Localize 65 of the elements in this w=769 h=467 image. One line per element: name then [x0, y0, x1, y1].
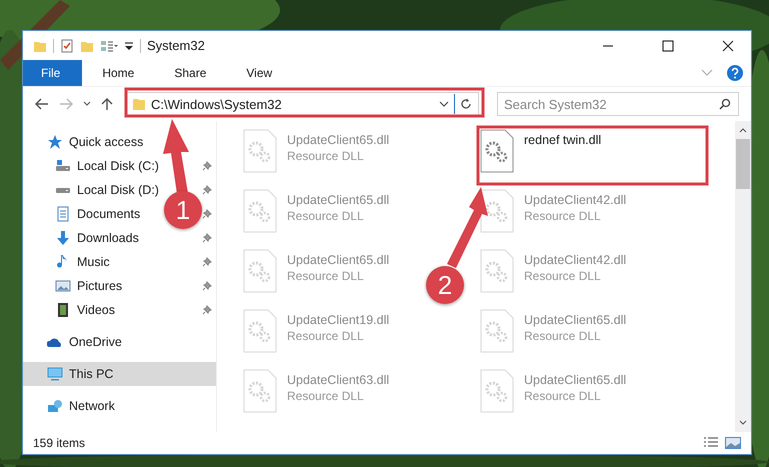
- search-icon[interactable]: [719, 98, 731, 110]
- ribbon-tab[interactable]: Home: [82, 60, 154, 86]
- pin-icon[interactable]: [202, 161, 212, 171]
- properties-icon[interactable]: [60, 38, 74, 52]
- sidebar-item[interactable]: Local Disk (C:): [23, 154, 163, 178]
- ribbon-tab[interactable]: View: [226, 60, 292, 86]
- file-gear-icon: [480, 129, 514, 173]
- download-icon: [55, 230, 71, 246]
- document-icon: [55, 206, 71, 222]
- file-gear-icon: [243, 369, 277, 413]
- drive-c-icon: [55, 158, 71, 174]
- sidebar-item[interactable]: Network: [23, 394, 119, 418]
- view-icon[interactable]: [100, 38, 118, 52]
- search-field[interactable]: Search System32: [497, 92, 739, 116]
- file-gear-icon: [480, 249, 514, 293]
- file-gear-icon: [480, 309, 514, 353]
- file-gear-icon: [243, 189, 277, 233]
- file-gear-icon: [480, 189, 514, 233]
- close-icon[interactable]: [721, 38, 735, 52]
- sidebar-item[interactable]: Music: [23, 250, 114, 274]
- dropdown-icon[interactable]: [439, 101, 449, 107]
- sidebar-item[interactable]: OneDrive: [23, 330, 126, 354]
- ribbon-tab[interactable]: File: [23, 60, 82, 86]
- star-icon: [47, 134, 63, 150]
- pin-icon[interactable]: [202, 305, 212, 315]
- pin-icon[interactable]: [202, 281, 212, 291]
- scroll-down-icon[interactable]: [739, 420, 747, 426]
- videos-icon: [55, 302, 71, 318]
- sidebar-item[interactable]: Documents: [23, 202, 144, 226]
- file-gear-icon: [480, 369, 514, 413]
- address-bar[interactable]: C:\Windows\System32: [125, 92, 479, 116]
- ribbon-tab[interactable]: Share: [154, 60, 226, 86]
- sidebar-item[interactable]: Pictures: [23, 274, 126, 298]
- back-icon[interactable]: [35, 98, 49, 110]
- scroll-up-icon[interactable]: [739, 127, 747, 133]
- file-gear-icon: [243, 129, 277, 173]
- large-icons-view-icon[interactable]: [725, 437, 741, 449]
- scrollbar[interactable]: [735, 121, 751, 432]
- address-field[interactable]: C:\Windows\System32: [151, 96, 434, 112]
- sidebar-item[interactable]: Local Disk (D:): [23, 178, 163, 202]
- sidebar-item[interactable]: This PC: [23, 362, 216, 386]
- file-gear-icon: [243, 249, 277, 293]
- sidebar-item[interactable]: Downloads: [23, 226, 143, 250]
- refresh-icon[interactable]: [460, 98, 472, 110]
- recent-icon[interactable]: [83, 101, 91, 107]
- pin-icon[interactable]: [202, 257, 212, 267]
- pin-icon[interactable]: [202, 209, 212, 219]
- maximize-icon[interactable]: [661, 38, 675, 52]
- pin-icon[interactable]: [202, 185, 212, 195]
- file-item[interactable]: rednef twin.dll: [478, 127, 604, 175]
- network-icon: [47, 398, 63, 414]
- pictures-icon: [55, 278, 71, 294]
- file-gear-icon: [243, 309, 277, 353]
- scroll-thumb[interactable]: [736, 139, 750, 189]
- pin-icon[interactable]: [202, 233, 212, 243]
- sidebar-item[interactable]: Quick access: [23, 130, 148, 154]
- item-count: 159 items: [33, 436, 86, 450]
- window-title: System32: [147, 38, 205, 53]
- up-icon[interactable]: [101, 97, 113, 111]
- drive-icon: [55, 186, 71, 194]
- pc-icon: [47, 366, 63, 382]
- folder-icon: [132, 97, 146, 111]
- details-view-icon[interactable]: [703, 437, 719, 449]
- sidebar-item[interactable]: Videos: [23, 298, 119, 322]
- help-icon[interactable]: [727, 65, 743, 81]
